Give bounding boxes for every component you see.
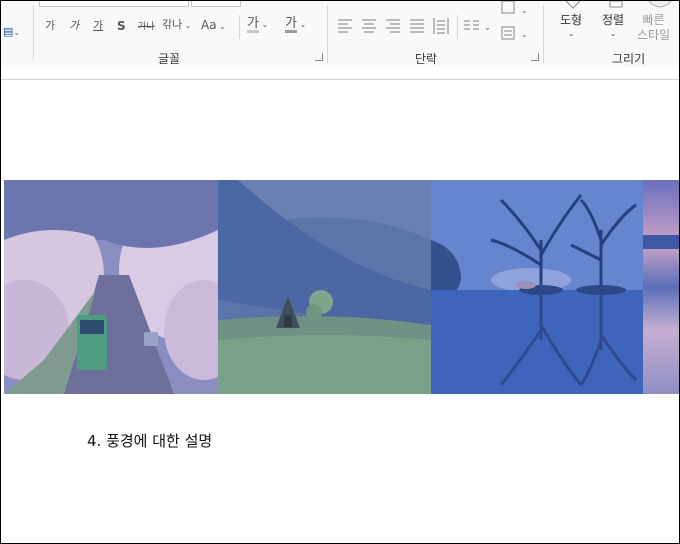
app-window: ▤⌄ 가 가 가 S 가나 갂나 ⌄ Aa ⌄ 가 ⌄ 가 ⌄ 글꼴 ⌄ ⌄ ⌄… xyxy=(0,0,680,544)
change-case-label: Aa xyxy=(201,18,217,32)
dialog-launcher-icon[interactable] xyxy=(531,53,539,61)
alignment-buttons xyxy=(338,18,449,34)
chevron-down-icon: ⌄ xyxy=(609,29,617,38)
font-name-combo[interactable] xyxy=(39,1,189,7)
ribbon: ▤⌄ 가 가 가 S 가나 갂나 ⌄ Aa ⌄ 가 ⌄ 가 ⌄ 글꼴 ⌄ ⌄ ⌄… xyxy=(1,1,679,68)
underline-button[interactable]: 가 xyxy=(93,19,103,33)
shapes-icon xyxy=(565,1,581,9)
chevron-down-icon: ⌄ xyxy=(296,20,307,29)
lake-trees-reflection-photo xyxy=(431,180,643,394)
green-hill-hut-photo xyxy=(218,180,431,394)
chevron-down-icon: ⌄ xyxy=(216,22,226,31)
landscape-banner-image[interactable] xyxy=(4,180,679,394)
button-separator xyxy=(457,15,458,39)
font-color-button[interactable]: 가 ⌄ xyxy=(285,16,306,33)
shapes-label: 도형 xyxy=(560,13,583,27)
bold-button[interactable]: 가 xyxy=(45,19,55,33)
align-text-icon xyxy=(501,26,515,40)
paste-options-icon[interactable]: ▤⌄ xyxy=(3,25,20,40)
align-right-icon xyxy=(386,19,400,33)
cherry-blossom-road-photo xyxy=(4,180,218,394)
font-color-icon: 가 xyxy=(285,16,297,33)
text-direction-buttons[interactable]: ⌄ ⌄ xyxy=(501,1,533,45)
chevron-down-icon: ⌄ xyxy=(484,23,491,32)
group-separator xyxy=(33,5,34,59)
italic-button[interactable]: 가 xyxy=(69,19,79,33)
dialog-launcher-icon[interactable] xyxy=(315,53,323,61)
arrange-icon xyxy=(609,1,623,8)
drawing-group-label: 그리기 xyxy=(612,52,646,66)
change-case-button[interactable]: Aa ⌄ xyxy=(201,18,226,34)
distribute-icon xyxy=(433,18,449,34)
button-separator xyxy=(239,15,240,39)
chevron-down-icon: ⌄ xyxy=(521,6,528,15)
columns-icon xyxy=(464,20,479,30)
sunset-sliver-photo xyxy=(643,180,679,394)
quick-styles-label-line2: 스타일 xyxy=(637,28,671,42)
arrange-label: 정렬 xyxy=(602,13,625,27)
strikethrough-button[interactable]: 가나 xyxy=(138,20,155,34)
font-size-combo[interactable] xyxy=(191,1,241,7)
char-spacing-label: 갂나 xyxy=(162,18,183,31)
group-separator xyxy=(327,5,328,63)
align-center-icon xyxy=(362,19,376,33)
group-separator xyxy=(543,5,544,63)
chevron-down-icon: ⌄ xyxy=(182,21,192,30)
quick-styles-button[interactable]: 빠른 스타일 xyxy=(637,13,670,42)
highlighter-icon: 가 xyxy=(247,16,259,33)
document-canvas[interactable]: 4. 풍경에 대한 설명 xyxy=(1,80,679,543)
image-caption[interactable]: 4. 풍경에 대한 설명 xyxy=(87,430,212,451)
quick-styles-label-line1: 빠른 xyxy=(642,13,665,27)
font-group-label: 글꼴 xyxy=(158,52,181,66)
chevron-down-icon: ⌄ xyxy=(521,30,528,39)
justify-icon xyxy=(410,19,424,33)
chevron-down-icon: ⌄ xyxy=(258,20,269,29)
text-direction-icon xyxy=(501,1,515,14)
arrange-button[interactable]: 정렬 ⌄ xyxy=(602,13,624,41)
align-left-icon xyxy=(338,19,352,33)
paragraph-group-label: 단락 xyxy=(415,52,438,66)
ruler-strip xyxy=(1,67,679,80)
shapes-button[interactable]: 도형 ⌄ xyxy=(560,13,582,41)
char-spacing-button[interactable]: 갂나 ⌄ xyxy=(162,18,192,33)
quick-styles-icon xyxy=(648,1,672,8)
columns-button[interactable]: ⌄ xyxy=(464,19,492,33)
chevron-down-icon: ⌄ xyxy=(567,29,575,38)
shadow-button[interactable]: S xyxy=(117,19,126,33)
highlight-button[interactable]: 가 ⌄ xyxy=(247,16,268,33)
